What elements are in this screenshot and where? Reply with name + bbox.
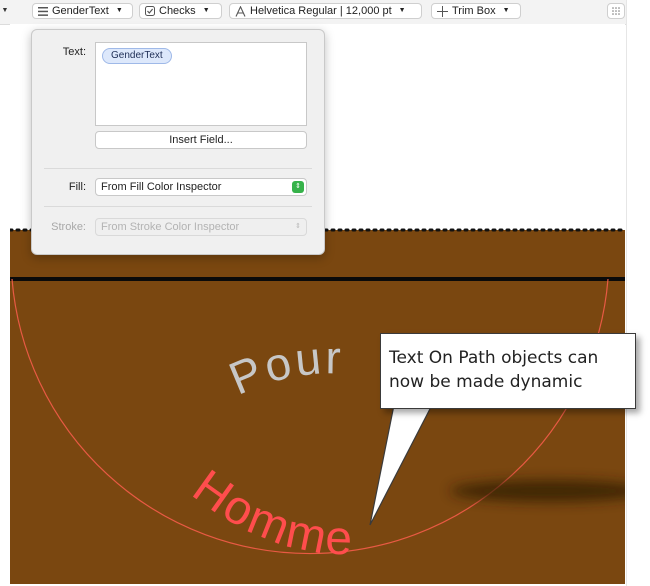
callout-box: Text On Path objects can now be made dyn… <box>380 333 636 409</box>
chevron-down-icon: ▼ <box>115 7 123 14</box>
callout-line-1: Text On Path objects can <box>389 348 599 368</box>
text-inspector-popover: Text: GenderText Insert Field... Fill: F… <box>31 29 325 255</box>
crosshair-icon <box>437 5 448 17</box>
stroke-select-value: From Stroke Color Inspector <box>101 221 240 233</box>
stroke-select[interactable]: From Stroke Color Inspector ⇕ <box>95 218 307 236</box>
trim-box-button[interactable]: Trim Box ▼ <box>431 3 521 19</box>
font-icon <box>235 5 246 17</box>
stepper-icon: ⇕ <box>295 223 301 230</box>
insert-field-button[interactable]: Insert Field... <box>95 131 307 149</box>
chevron-down-icon: ▼ <box>398 7 406 14</box>
fill-label: Fill: <box>68 181 86 193</box>
divider <box>44 168 312 169</box>
callout-pointer <box>369 405 433 526</box>
text-content-field[interactable]: GenderText <box>95 42 307 126</box>
checks-label: Checks <box>159 5 196 17</box>
grid-icon <box>612 7 620 15</box>
list-icon <box>38 6 48 16</box>
stroke-label: Stroke: <box>51 221 86 233</box>
trim-box-label: Trim Box <box>452 5 496 17</box>
chevron-down-icon: ▼ <box>202 7 210 14</box>
right-panel-edge <box>626 0 650 586</box>
field-selector-button[interactable]: GenderText ▼ <box>32 3 133 19</box>
toolbar: ▼ GenderText ▼ Checks ▼ Helvetica Regula… <box>0 0 650 25</box>
stepper-icon: ⇕ <box>292 181 304 193</box>
checkbox-icon <box>145 6 155 16</box>
text-label: Text: <box>62 46 86 58</box>
fill-select-value: From Fill Color Inspector <box>101 181 222 193</box>
font-label: Helvetica Regular | 12,000 pt <box>250 5 392 17</box>
grid-toggle-button[interactable] <box>607 3 625 19</box>
toolbar-truncated-caret[interactable]: ▼ <box>0 4 10 18</box>
chevron-down-icon: ▼ <box>502 7 510 14</box>
font-button[interactable]: Helvetica Regular | 12,000 pt ▼ <box>229 3 422 19</box>
callout-line-2: now be made dynamic <box>389 372 583 392</box>
field-selector-label: GenderText <box>52 5 109 17</box>
gender-text-token[interactable]: GenderText <box>102 48 172 64</box>
fill-select[interactable]: From Fill Color Inspector ⇕ <box>95 178 307 196</box>
checks-button[interactable]: Checks ▼ <box>139 3 222 19</box>
horizontal-rule <box>10 277 625 281</box>
divider <box>44 206 312 207</box>
